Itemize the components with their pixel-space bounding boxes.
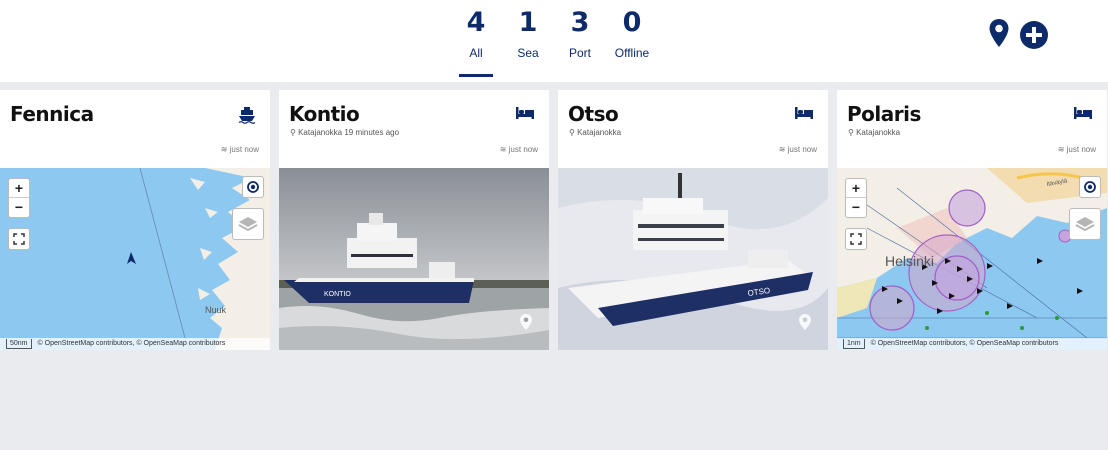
- ship-card[interactable]: Kontio ⚲ Katajanokka 19 minutes ago ≋ ju…: [279, 90, 549, 350]
- hull-text: KONTIO: [324, 291, 351, 298]
- ship-photo[interactable]: OTSO: [558, 168, 828, 350]
- filter-count: 4: [466, 7, 486, 38]
- map-attribution: 1nm © OpenStreetMap contributors, © OpenS…: [837, 338, 1107, 350]
- ship-location: ⚲ Katajanokka: [569, 128, 622, 137]
- attribution-text: © OpenStreetMap contributors, © OpenSeaM…: [37, 340, 226, 347]
- map-place-label: Nuuk: [205, 305, 227, 315]
- fullscreen-button[interactable]: [8, 228, 30, 250]
- updated-text: just now: [1066, 145, 1096, 154]
- ship-photo[interactable]: KONTIO: [279, 168, 549, 350]
- map-canvas: Nuuk: [0, 168, 270, 350]
- zoom-control[interactable]: + −: [8, 178, 30, 218]
- crosshair-icon: [1084, 181, 1096, 193]
- ship-card[interactable]: Fennica ≋ just now Nuuk + − 50nm © OpenSt…: [0, 90, 270, 350]
- layers-button[interactable]: [232, 208, 264, 240]
- ship-name: Kontio: [289, 102, 360, 126]
- map-pin-icon[interactable]: [519, 313, 533, 336]
- attribution-text: © OpenStreetMap contributors, © OpenSeaM…: [870, 340, 1059, 347]
- layers-button[interactable]: [1069, 208, 1101, 240]
- filter-count: 0: [622, 7, 642, 38]
- filter-label: Offline: [614, 46, 650, 60]
- last-updated: ≋ just now: [1057, 145, 1096, 154]
- zoom-in-button[interactable]: +: [846, 179, 866, 197]
- filter-offline[interactable]: 0 Offline: [602, 7, 662, 61]
- locate-button[interactable]: [1079, 176, 1101, 198]
- filter-label: Sea: [517, 46, 539, 60]
- ship-name: Otso: [568, 102, 619, 126]
- zoom-in-button[interactable]: +: [9, 179, 29, 197]
- filter-port[interactable]: 3 Port: [550, 7, 610, 61]
- last-updated: ≋ just now: [778, 145, 817, 154]
- ship-icon: [238, 106, 256, 129]
- location-text: Katajanokka: [856, 128, 901, 137]
- ship-card[interactable]: Polaris ⚲ Katajanokka ≋ just now Helsink…: [837, 90, 1107, 350]
- map-pin-icon[interactable]: [988, 18, 1010, 53]
- plus-circle-icon[interactable]: [1019, 20, 1049, 55]
- last-updated: ≋ just now: [499, 145, 538, 154]
- map-pin-icon[interactable]: [798, 313, 812, 336]
- updated-text: just now: [508, 145, 538, 154]
- ship-name: Polaris: [847, 102, 921, 126]
- photo-canvas: KONTIO: [279, 168, 549, 350]
- ship-card[interactable]: Otso ⚲ Katajanokka ≋ just now OTSO: [558, 90, 828, 350]
- fullscreen-icon: [13, 233, 25, 245]
- updated-text: just now: [787, 145, 817, 154]
- filter-all[interactable]: 4 All: [446, 7, 506, 77]
- bed-icon: [515, 106, 535, 125]
- locate-button[interactable]: [242, 176, 264, 198]
- layers-icon: [1075, 217, 1095, 232]
- ship-map[interactable]: Nuuk + − 50nm © OpenStreetMap contributor…: [0, 168, 270, 350]
- zoom-out-button[interactable]: −: [9, 197, 29, 216]
- map-attribution: 50nm © OpenStreetMap contributors, © Open…: [0, 338, 270, 350]
- map-place-label: Helsinki: [885, 253, 934, 269]
- filter-label: All: [469, 46, 483, 60]
- photo-canvas: OTSO: [558, 168, 828, 350]
- filter-count: 1: [518, 7, 538, 38]
- bed-icon: [1073, 106, 1093, 125]
- map-scale: 1nm: [843, 339, 865, 349]
- map-canvas: Helsinki Itäväylä: [837, 168, 1107, 350]
- ship-location: ⚲ Katajanokka 19 minutes ago: [290, 128, 400, 137]
- zoom-control[interactable]: + −: [845, 178, 867, 218]
- top-bar: 4 All 1 Sea 3 Port 0 Offline: [0, 0, 1108, 82]
- updated-text: just now: [229, 145, 259, 154]
- location-text: Katajanokka: [577, 128, 622, 137]
- map-scale: 50nm: [6, 339, 32, 349]
- filter-count: 3: [570, 7, 590, 38]
- ship-name: Fennica: [10, 102, 94, 126]
- fullscreen-button[interactable]: [845, 228, 867, 250]
- layers-icon: [238, 217, 258, 232]
- ship-location: ⚲ Katajanokka: [848, 128, 901, 137]
- fullscreen-icon: [850, 233, 862, 245]
- bed-icon: [794, 106, 814, 125]
- filter-label: Port: [568, 46, 591, 60]
- filter-sea[interactable]: 1 Sea: [498, 7, 558, 61]
- location-text: Katajanokka 19 minutes ago: [298, 128, 400, 137]
- ship-map[interactable]: Helsinki Itäväylä + − 1nm © OpenStreetMap…: [837, 168, 1107, 350]
- last-updated: ≋ just now: [220, 145, 259, 154]
- crosshair-icon: [247, 181, 259, 193]
- zoom-out-button[interactable]: −: [846, 197, 866, 216]
- active-tab-indicator: [459, 74, 493, 77]
